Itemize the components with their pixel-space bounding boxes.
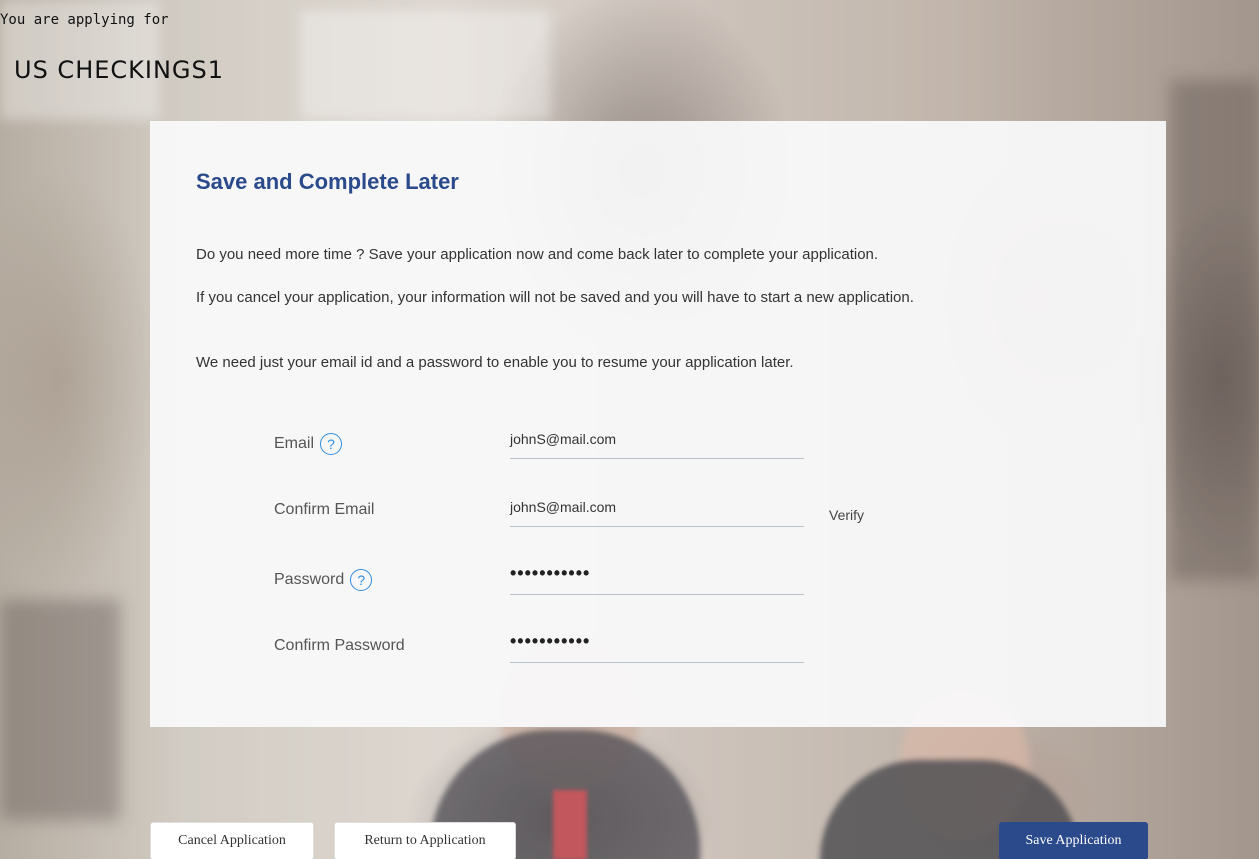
applying-for-label: You are applying for [0,12,169,28]
email-label: Email [274,435,315,452]
confirm-password-field[interactable]: ••••••••••• [510,629,804,663]
password-label: Password [274,571,345,588]
info-paragraph-2: If you cancel your application, your inf… [196,289,914,306]
password-row: Password ? ••••••••••• [274,561,974,601]
confirm-email-row: Confirm Email johnS@mail.com Verify [274,493,974,533]
return-to-application-button[interactable]: Return to Application [334,822,516,859]
confirm-password-label-wrap: Confirm Password [274,637,405,655]
email-row: Email ? johnS@mail.com [274,425,974,465]
confirm-email-label-wrap: Confirm Email [274,501,374,519]
help-icon[interactable]: ? [350,569,373,591]
save-application-button[interactable]: Save Application [999,822,1148,859]
password-label-wrap: Password ? [274,569,373,591]
email-label-wrap: Email ? [274,433,343,455]
product-name: US CHECKINGS1 [14,56,225,84]
help-icon[interactable]: ? [320,433,343,455]
info-paragraph-3: We need just your email id and a passwor… [196,354,794,371]
cancel-application-button[interactable]: Cancel Application [150,822,314,859]
password-field[interactable]: ••••••••••• [510,561,804,595]
save-later-panel: Save and Complete Later Do you need more… [150,121,1166,727]
info-paragraph-1: Do you need more time ? Save your applic… [196,246,879,263]
confirm-password-row: Confirm Password ••••••••••• [274,629,974,669]
panel-title: Save and Complete Later [196,169,459,194]
confirm-password-label: Confirm Password [274,637,405,654]
confirm-email-field[interactable]: johnS@mail.com [510,493,804,527]
confirm-email-label: Confirm Email [274,501,375,518]
email-field[interactable]: johnS@mail.com [510,425,804,459]
verify-link[interactable]: Verify [829,507,864,523]
